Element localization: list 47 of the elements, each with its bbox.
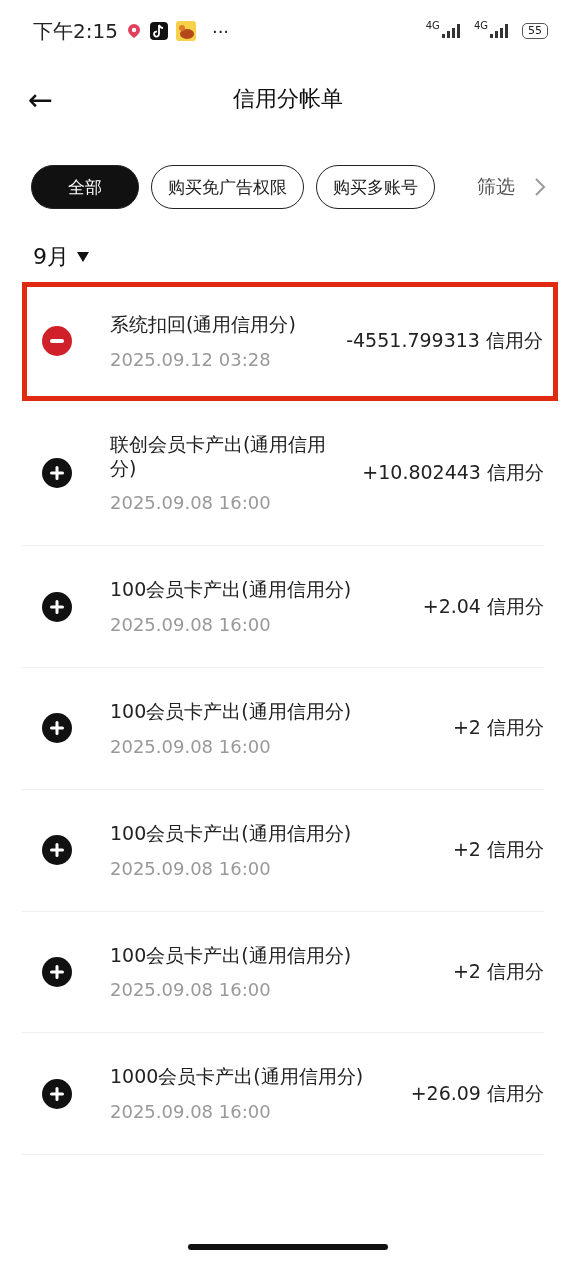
page-title: 信用分帐单 — [233, 85, 343, 113]
transaction-amount: +2 信用分 — [452, 715, 544, 741]
music-note-icon — [149, 22, 168, 40]
more-notifications: ··· — [211, 20, 230, 42]
transaction-time: 2025.09.08 16:00 — [110, 492, 272, 514]
filter-chip[interactable]: 全部 — [31, 165, 139, 209]
app-icon — [175, 21, 196, 41]
transaction-amount: +2 信用分 — [452, 837, 544, 863]
plus-icon — [42, 713, 72, 744]
transaction-title: 100会员卡产出(通用信用分) — [110, 700, 353, 724]
transaction-time: 2025.09.08 16:00 — [110, 1101, 272, 1122]
transaction-title: 联创会员卡产出(通用信用分) — [110, 432, 328, 481]
transaction-amount: +2 信用分 — [452, 958, 544, 984]
transaction-title: 100会员卡产出(通用信用分) — [110, 943, 353, 968]
transaction-time: 2025.09.12 03:28 — [110, 348, 272, 370]
network-type: 4G — [425, 20, 440, 31]
chevron-right-icon[interactable] — [534, 177, 546, 197]
transaction-time: 2025.09.08 16:00 — [110, 979, 272, 1001]
plus-icon — [42, 458, 72, 488]
filter-chip[interactable]: 购买免广告权限 — [151, 165, 304, 209]
transaction-amount: +26.09 信用分 — [410, 1080, 544, 1106]
transaction-time: 2025.09.08 16:00 — [110, 857, 272, 879]
plus-icon — [42, 1078, 72, 1109]
transaction-title: 系统扣回(通用信用分) — [110, 313, 297, 337]
transaction-title: 100会员卡产出(通用信用分) — [110, 578, 353, 602]
transaction-title: 1000会员卡产出(通用信用分) — [110, 1065, 365, 1089]
filter-button[interactable]: 筛选 — [459, 174, 515, 200]
transaction-time: 2025.09.08 16:00 — [110, 735, 272, 757]
plus-icon — [42, 835, 72, 866]
battery-level: 55 — [522, 23, 548, 39]
transaction-title: 100会员卡产出(通用信用分) — [110, 821, 353, 846]
back-button[interactable]: ← — [28, 81, 54, 117]
signal-icon — [441, 24, 462, 38]
status-time: 下午2:15 — [33, 17, 118, 45]
dropdown-caret-icon[interactable] — [77, 252, 89, 262]
plus-icon — [42, 591, 72, 622]
transaction-amount: +2.04 信用分 — [422, 593, 544, 619]
network-type: 4G — [473, 20, 488, 31]
transaction-time: 2025.09.08 16:00 — [110, 614, 272, 635]
minus-icon — [42, 326, 72, 357]
filter-chip[interactable]: 购买多账号 — [316, 165, 435, 209]
month-selector[interactable]: 9月 — [33, 242, 69, 272]
signal-icon — [490, 24, 510, 38]
transaction-amount: -4551.799313 信用分 — [346, 328, 543, 354]
location-pin-icon — [125, 23, 142, 39]
transaction-amount: +10.802443 信用分 — [362, 460, 544, 485]
plus-icon — [42, 956, 72, 987]
